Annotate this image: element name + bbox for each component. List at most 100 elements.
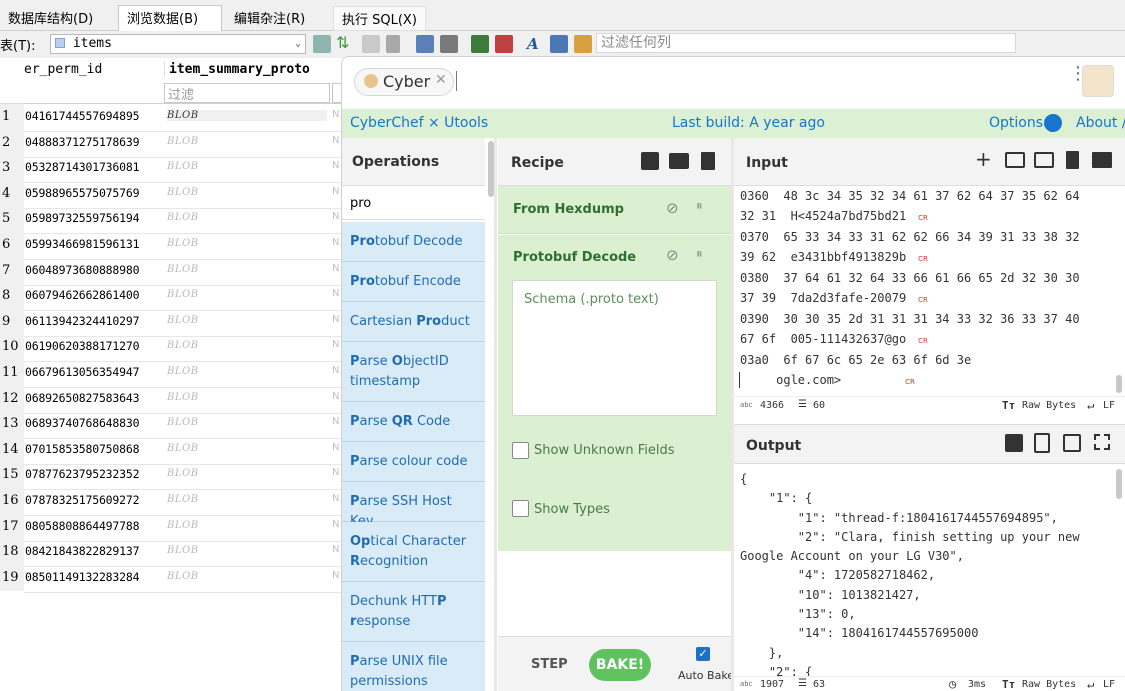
operation-item[interactable]: Parse SSH Host Key bbox=[342, 482, 485, 529]
input-eol[interactable]: LF bbox=[1103, 400, 1115, 411]
row-number[interactable]: 15 bbox=[0, 467, 24, 482]
recipe-op-from-hexdump[interactable]: From Hexdump ⊘ ⏸ bbox=[498, 186, 732, 234]
table-cell-blob[interactable]: BLOB bbox=[167, 136, 327, 147]
table-cell-blob[interactable]: BLOB bbox=[167, 212, 327, 223]
table-cell-id[interactable]: 07015853580750868 bbox=[25, 442, 162, 456]
table-cell-next[interactable]: N bbox=[332, 263, 339, 274]
clear-input-icon[interactable] bbox=[1066, 151, 1079, 169]
insert-record-icon[interactable] bbox=[471, 35, 489, 53]
table-cell-blob[interactable]: BLOB bbox=[167, 545, 327, 556]
table-cell-blob[interactable]: BLOB bbox=[167, 238, 327, 249]
table-cell-blob[interactable]: BLOB bbox=[167, 392, 327, 403]
column-filter-input[interactable]: 过滤 bbox=[164, 83, 330, 103]
chef-avatar[interactable] bbox=[1082, 65, 1114, 97]
auto-bake-checkbox[interactable]: ✓ bbox=[696, 647, 710, 661]
output-eol[interactable]: LF bbox=[1103, 679, 1115, 690]
table-cell-id[interactable]: 08421843822829137 bbox=[25, 544, 162, 558]
clear-filters-icon[interactable] bbox=[362, 35, 380, 53]
table-cell-next[interactable]: N bbox=[332, 493, 339, 504]
maximize-icon[interactable] bbox=[1094, 434, 1110, 450]
breakpoint-icon[interactable]: ⏸ bbox=[696, 199, 703, 214]
operation-item[interactable]: Protobuf Encode bbox=[342, 262, 485, 302]
table-cell-blob[interactable]: BLOB bbox=[167, 571, 327, 582]
table-cell-blob[interactable]: BLOB bbox=[167, 264, 327, 275]
table-cell-next[interactable]: N bbox=[332, 186, 339, 197]
output-scrollbar[interactable] bbox=[1116, 469, 1122, 499]
breakpoint-icon[interactable]: ⏸ bbox=[696, 247, 703, 262]
row-number[interactable]: 8 bbox=[0, 288, 24, 303]
table-cell-id[interactable]: 06113942324410297 bbox=[25, 314, 162, 328]
table-cell-blob[interactable]: BLOB bbox=[167, 315, 327, 326]
format-icon[interactable] bbox=[550, 35, 568, 53]
table-cell-id[interactable]: 05328714301736081 bbox=[25, 160, 162, 174]
output-textarea[interactable]: { "1": { "1": "thread-f:1804161744557694… bbox=[740, 470, 1112, 676]
table-cell-blob[interactable]: BLOB bbox=[167, 187, 327, 198]
table-cell-next[interactable]: N bbox=[332, 467, 339, 478]
table-select[interactable]: items ⌄ bbox=[50, 34, 306, 54]
table-cell-id[interactable]: 06892650827583643 bbox=[25, 391, 162, 405]
filter-any-column-input[interactable]: 过滤任何列 bbox=[596, 33, 1016, 53]
table-cell-id[interactable]: 08058808864497788 bbox=[25, 519, 162, 533]
table-cell-next[interactable]: N bbox=[332, 288, 339, 299]
output-encoding[interactable]: Raw Bytes bbox=[1022, 679, 1076, 690]
show-unknown-checkbox[interactable] bbox=[512, 442, 529, 459]
row-number[interactable]: 1 bbox=[0, 109, 24, 124]
table-cell-next[interactable]: N bbox=[332, 519, 339, 530]
row-number[interactable]: 6 bbox=[0, 237, 24, 252]
table-cell-blob[interactable]: BLOB bbox=[167, 340, 327, 351]
input-scrollbar[interactable] bbox=[1116, 375, 1122, 393]
save-table-icon[interactable] bbox=[416, 35, 434, 53]
column-header-summary-proto[interactable]: item_summary_proto bbox=[164, 62, 330, 77]
table-cell-next[interactable]: N bbox=[332, 160, 339, 171]
operations-search-input[interactable]: pro bbox=[342, 186, 485, 220]
pane-divider[interactable] bbox=[731, 138, 734, 691]
show-types-checkbox[interactable] bbox=[512, 500, 529, 517]
table-cell-next[interactable]: N bbox=[332, 211, 339, 222]
table-cell-blob[interactable]: BLOB bbox=[167, 417, 327, 428]
disable-icon[interactable]: ⊘ bbox=[666, 246, 679, 264]
operation-item[interactable]: Parse QR Code bbox=[342, 402, 485, 442]
table-cell-next[interactable]: N bbox=[332, 314, 339, 325]
layout-icon[interactable] bbox=[1092, 152, 1112, 168]
row-number[interactable]: 3 bbox=[0, 160, 24, 175]
table-cell-next[interactable]: N bbox=[332, 365, 339, 376]
operation-item[interactable]: Cartesian Product bbox=[342, 302, 485, 342]
row-number[interactable]: 7 bbox=[0, 263, 24, 278]
operation-item[interactable]: Parse colour code bbox=[342, 442, 485, 482]
row-number[interactable]: 10 bbox=[0, 339, 24, 354]
column-header-perm-id[interactable]: er_perm_id bbox=[24, 62, 102, 77]
row-number[interactable]: 16 bbox=[0, 493, 24, 508]
table-cell-blob[interactable]: BLOB bbox=[167, 520, 327, 531]
table-cell-id[interactable]: 05989732559756194 bbox=[25, 211, 162, 225]
table-cell-next[interactable]: N bbox=[332, 391, 339, 402]
row-number[interactable]: 9 bbox=[0, 314, 24, 329]
table-cell-blob[interactable]: BLOB bbox=[167, 289, 327, 300]
operation-item[interactable]: Parse ObjectID timestamp bbox=[342, 342, 485, 402]
table-cell-id[interactable]: 08501149132283284 bbox=[25, 570, 162, 584]
table-cell-next[interactable]: N bbox=[332, 570, 339, 581]
row-number[interactable]: 19 bbox=[0, 570, 24, 585]
table-cell-id[interactable]: 06893740768648830 bbox=[25, 416, 162, 430]
refresh-table-icon[interactable] bbox=[313, 35, 331, 53]
operation-item[interactable]: Protobuf Decode bbox=[342, 222, 485, 262]
font-icon[interactable]: A bbox=[527, 35, 545, 53]
cyberchef-utools-link[interactable]: CyberChef × Utools bbox=[350, 115, 488, 131]
table-cell-id[interactable]: 04161744557694895 bbox=[25, 109, 162, 123]
tab-edit-pragmas[interactable]: 编辑杂注(R) bbox=[226, 6, 313, 31]
row-number[interactable]: 17 bbox=[0, 519, 24, 534]
row-number[interactable]: 18 bbox=[0, 544, 24, 559]
input-textarea[interactable]: 0360 48 3c 34 35 32 34 61 37 62 64 37 35… bbox=[740, 187, 1112, 396]
delete-record-icon[interactable] bbox=[495, 35, 513, 53]
operation-item[interactable]: Dechunk HTTP response bbox=[342, 582, 485, 642]
table-cell-next[interactable]: N bbox=[332, 544, 339, 555]
row-number[interactable]: 14 bbox=[0, 442, 24, 457]
open-file-icon[interactable] bbox=[1034, 152, 1054, 168]
row-number[interactable]: 11 bbox=[0, 365, 24, 380]
table-cell-id[interactable]: 05988965575075769 bbox=[25, 186, 162, 200]
row-number[interactable]: 5 bbox=[0, 211, 24, 226]
about-link[interactable]: About / bbox=[1076, 115, 1125, 131]
row-number[interactable]: 4 bbox=[0, 186, 24, 201]
table-cell-blob[interactable]: BLOB bbox=[167, 494, 327, 505]
recipe-op-protobuf-decode[interactable]: Protobuf Decode ⊘ ⏸ Schema (.proto text)… bbox=[498, 235, 732, 551]
table-cell-blob[interactable]: BLOB bbox=[167, 443, 327, 454]
